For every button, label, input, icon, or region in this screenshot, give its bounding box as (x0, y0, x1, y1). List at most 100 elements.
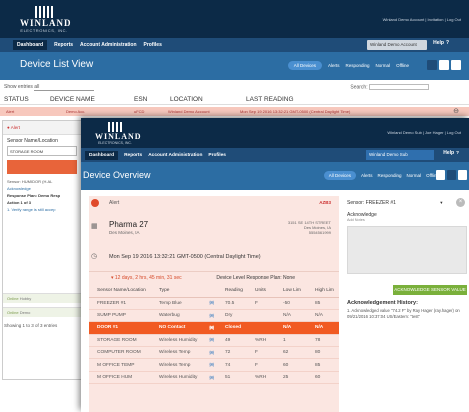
sensor-name: DOOR #1 (89, 321, 151, 335)
status-online-1: Online Hobby (3, 293, 83, 303)
winland-logo[interactable]: WINLAND ELECTRONICS, INC. (95, 122, 141, 146)
table-row[interactable]: M OFFICE TEMP Wireless Temp ᯼ 74 F 60 85 (89, 358, 339, 372)
action-step: 1. Verify range is still accep (7, 207, 56, 212)
col-last-reading[interactable]: LAST READING (246, 96, 294, 103)
location-city: Des Moines, IA (109, 230, 140, 235)
winland-logo[interactable]: WINLAND ELECTRONICS, INC. (20, 6, 71, 34)
timestamp-row: ◷ Mon Sep 19 2016 13:32:21 GMT-0500 (Cen… (89, 250, 339, 266)
elapsed-value: 12 days, 2 hrs, 45 min, 31 sec (114, 275, 182, 281)
help-link[interactable]: Help? (443, 150, 465, 156)
grid-view-icon[interactable] (439, 60, 449, 70)
sensor-type: Wireless Humidity (151, 334, 201, 348)
filter-alerts[interactable]: Alerts (361, 173, 373, 178)
grid-view-icon[interactable] (447, 170, 456, 180)
col-device-name[interactable]: DEVICE NAME (50, 96, 95, 103)
nav-account-administration[interactable]: Account Administration (148, 153, 202, 158)
account-select[interactable]: Winland Demo Account (367, 40, 427, 50)
sensor-low-lim: N/A (275, 321, 307, 335)
signal-icon: ᯼ (201, 334, 217, 348)
sensor-reading: 74 (217, 358, 247, 372)
nav-profiles[interactable]: Profiles (144, 42, 162, 48)
filter-responding[interactable]: Responding (346, 63, 370, 68)
help-link[interactable]: Help? (433, 40, 456, 46)
sensor-type: Wireless Temp (151, 346, 201, 360)
signal-icon: ᯼ (201, 346, 217, 360)
room-select[interactable]: STORAGE ROOM (7, 146, 77, 156)
sensor-high-lim: N/A (307, 321, 339, 335)
acknowledge-link[interactable]: Acknowledge (3, 185, 81, 192)
row-close-icon[interactable]: ⊖ (453, 107, 459, 115)
row-status: Alert (6, 109, 15, 114)
notes-textarea[interactable] (347, 226, 467, 274)
sensor-high-lim: 80 (307, 346, 339, 360)
sensor-select[interactable]: FREEZER #1 (366, 200, 396, 206)
search-input[interactable] (369, 84, 429, 90)
elapsed-time: ▾ 12 days, 2 hrs, 45 min, 31 sec (111, 275, 182, 281)
sensor-line: Sensor: HUMIDOR (H.AL (7, 179, 53, 184)
nav-account-administration[interactable]: Account Administration (80, 42, 136, 48)
sensor-type: Temp Blue (151, 297, 201, 310)
show-entries-select[interactable]: all (34, 84, 95, 91)
filter-offline[interactable]: Offline (396, 63, 409, 68)
header-links[interactable]: Winland Demo Sub | Joe Hager | Log Out (387, 130, 461, 135)
search-label: Search: (350, 84, 368, 91)
filter-all-devices[interactable]: All Devices (287, 61, 322, 70)
table-row[interactable]: M OFFICE HUM Wireless Humidity ᯼ 51 %RH 25 60 (89, 371, 339, 385)
sensor-low-lim: 60 (275, 358, 307, 372)
alert-detail-pane: ● Alert Sensor Name/Location STORAGE ROO… (2, 120, 83, 380)
logo-mark-icon (108, 122, 122, 132)
table-row[interactable]: COMPUTER ROOM Wireless Temp ᯼ 72 F 62 80 (89, 346, 339, 360)
sensor-reading: 70.5 (217, 297, 247, 310)
col-type: Type (151, 285, 201, 298)
sensor-units: F (247, 346, 275, 360)
list-view-icon[interactable] (436, 170, 445, 180)
acknowledge-button[interactable]: ACKNOWLEDGE SENSOR VALUE (393, 285, 467, 295)
table-row[interactable]: DOOR #1 NO Contact ᯼ Closed N/A N/A (89, 321, 339, 335)
nav-profiles[interactable]: Profiles (208, 153, 226, 158)
col-status[interactable]: STATUS (4, 96, 29, 103)
table-row[interactable]: FREEZER #1 Temp Blue ᯼ 70.5 F -50 85 (89, 297, 339, 310)
alert-row: Alert AZB3 (89, 196, 339, 210)
sensor-name: FREEZER #1 (89, 297, 151, 310)
map-view-icon[interactable] (451, 60, 461, 70)
filter-all-devices[interactable]: All Devices (323, 171, 356, 180)
filter-normal[interactable]: Normal (407, 173, 422, 178)
alert-code: AZB3 (319, 200, 331, 205)
nav-reports[interactable]: Reports (54, 42, 73, 48)
close-icon[interactable]: × (456, 198, 465, 207)
sensor-name: COMPUTER ROOM (89, 346, 151, 360)
history-title: Acknowledgement History: (347, 300, 418, 306)
sensor-name: M OFFICE HUM (89, 371, 151, 385)
col-location[interactable]: LOCATION (170, 96, 203, 103)
col-esn[interactable]: ESN (134, 96, 147, 103)
map-view-icon[interactable] (458, 170, 467, 180)
sensor-name: STORAGE ROOM (89, 334, 151, 348)
sensor-type: NO Contact (151, 321, 201, 335)
signal-icon: ᯼ (201, 371, 217, 385)
filter-responding[interactable]: Responding (378, 173, 402, 178)
chevron-down-icon[interactable]: ▼ (439, 200, 443, 205)
sensor-type: Waterbug (151, 309, 201, 323)
status-online-2: Online Demo (3, 307, 83, 317)
sensor-select-row: Sensor: FREEZER #1 ▼ (347, 200, 443, 206)
table-row[interactable]: STORAGE ROOM Wireless Humidity ᯼ 49 %RH 1 78 (89, 334, 339, 348)
filter-alerts[interactable]: Alerts (328, 63, 340, 68)
row-reading: Mon Sep 19 2016 13:32:21 GMT-0500 (Centr… (240, 109, 351, 114)
address-phone: 5554561999 (308, 230, 331, 235)
account-select[interactable]: Winland Demo Sub (366, 150, 434, 160)
filter-normal[interactable]: Normal (376, 63, 391, 68)
nav-dashboard[interactable]: Dashboard (85, 150, 119, 160)
view-toggle (436, 170, 467, 180)
nav-reports[interactable]: Reports (124, 153, 142, 158)
sensor-low-lim: 25 (275, 371, 307, 385)
status-filters: All Devices Alerts Responding Normal Off… (323, 171, 439, 180)
view-toggle (427, 60, 461, 70)
logo-sub: ELECTRONICS, INC. (20, 28, 68, 33)
table-row[interactable]: SUMP PUMP Waterbug ᯼ Dry N/A N/A (89, 309, 339, 323)
acknowledge-bar[interactable] (7, 160, 77, 174)
list-view-icon[interactable] (427, 60, 437, 70)
table-row[interactable]: Alert Demo Acc. uFCD Winland Demo Accoun… (0, 107, 469, 116)
nav-dashboard[interactable]: Dashboard (13, 40, 48, 50)
location-address: 3151 SE 14TH STREET Des Moines, IA 55545… (288, 220, 331, 235)
header-links[interactable]: Winland Demo Account | Invitation | Log … (383, 17, 461, 22)
